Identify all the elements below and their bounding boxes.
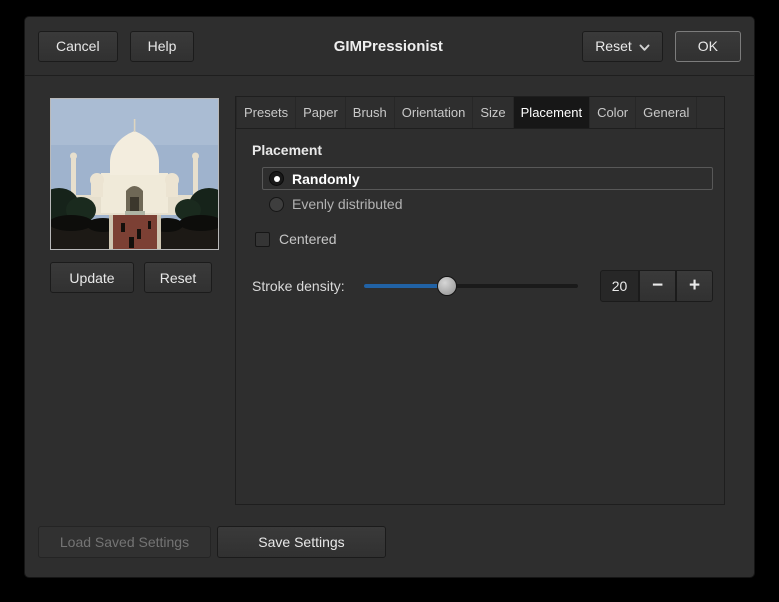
- centered-checkbox-row[interactable]: Centered: [255, 229, 337, 249]
- stroke-density-slider-track[interactable]: [364, 284, 578, 288]
- stroke-density-slider-handle[interactable]: [437, 276, 457, 296]
- tab-orientation[interactable]: Orientation: [395, 97, 474, 128]
- tab-color[interactable]: Color: [590, 97, 637, 128]
- centered-checkbox[interactable]: [255, 231, 270, 247]
- stroke-density-slider-fill: [364, 284, 447, 288]
- radio-randomly-selected-icon[interactable]: [269, 171, 284, 186]
- dialog-title: GIMPressionist: [333, 37, 443, 55]
- stroke-density-value-field[interactable]: 20: [600, 270, 639, 302]
- tab-placement[interactable]: Placement: [513, 97, 591, 128]
- stroke-density-increment-button[interactable]: +: [676, 270, 713, 302]
- tab-size[interactable]: Size: [473, 97, 514, 128]
- tab-paper[interactable]: Paper: [296, 97, 346, 128]
- gimpressionist-dialog: Cancel Help GIMPressionist Reset OK Upda…: [24, 16, 755, 578]
- radio-evenly-unselected-icon[interactable]: [269, 196, 284, 212]
- save-settings-button[interactable]: Save Settings: [217, 526, 386, 558]
- cancel-button[interactable]: Cancel: [38, 30, 118, 62]
- header-bar: Cancel Help GIMPressionist Reset OK: [25, 17, 754, 76]
- chevron-down-icon: [639, 39, 650, 55]
- radio-row-evenly-distributed[interactable]: Evenly distributed: [269, 194, 403, 214]
- settings-notebook: Presets Paper Brush Orientation Size Pla…: [235, 96, 725, 505]
- placement-heading: Placement: [252, 142, 323, 158]
- reset-dropdown-button[interactable]: Reset: [582, 30, 663, 62]
- radio-evenly-label: Evenly distributed: [292, 196, 403, 212]
- radio-randomly-label: Randomly: [292, 170, 360, 187]
- update-button[interactable]: Update: [50, 262, 134, 293]
- tab-general[interactable]: General: [636, 97, 698, 128]
- stroke-density-label: Stroke density:: [252, 278, 345, 294]
- ok-button[interactable]: OK: [674, 30, 741, 62]
- tab-presets[interactable]: Presets: [236, 97, 297, 128]
- stroke-density-decrement-button[interactable]: −: [639, 270, 676, 302]
- help-button[interactable]: Help: [129, 30, 195, 62]
- load-saved-settings-button[interactable]: Load Saved Settings: [38, 526, 211, 558]
- tab-brush[interactable]: Brush: [346, 97, 395, 128]
- reset-dropdown-label: Reset: [595, 38, 632, 54]
- radio-row-randomly[interactable]: Randomly: [262, 167, 713, 190]
- preview-reset-button[interactable]: Reset: [144, 262, 212, 293]
- preview-image: [51, 99, 218, 249]
- tab-bar: Presets Paper Brush Orientation Size Pla…: [236, 97, 724, 129]
- centered-label: Centered: [279, 231, 337, 247]
- preview-frame: [50, 98, 219, 250]
